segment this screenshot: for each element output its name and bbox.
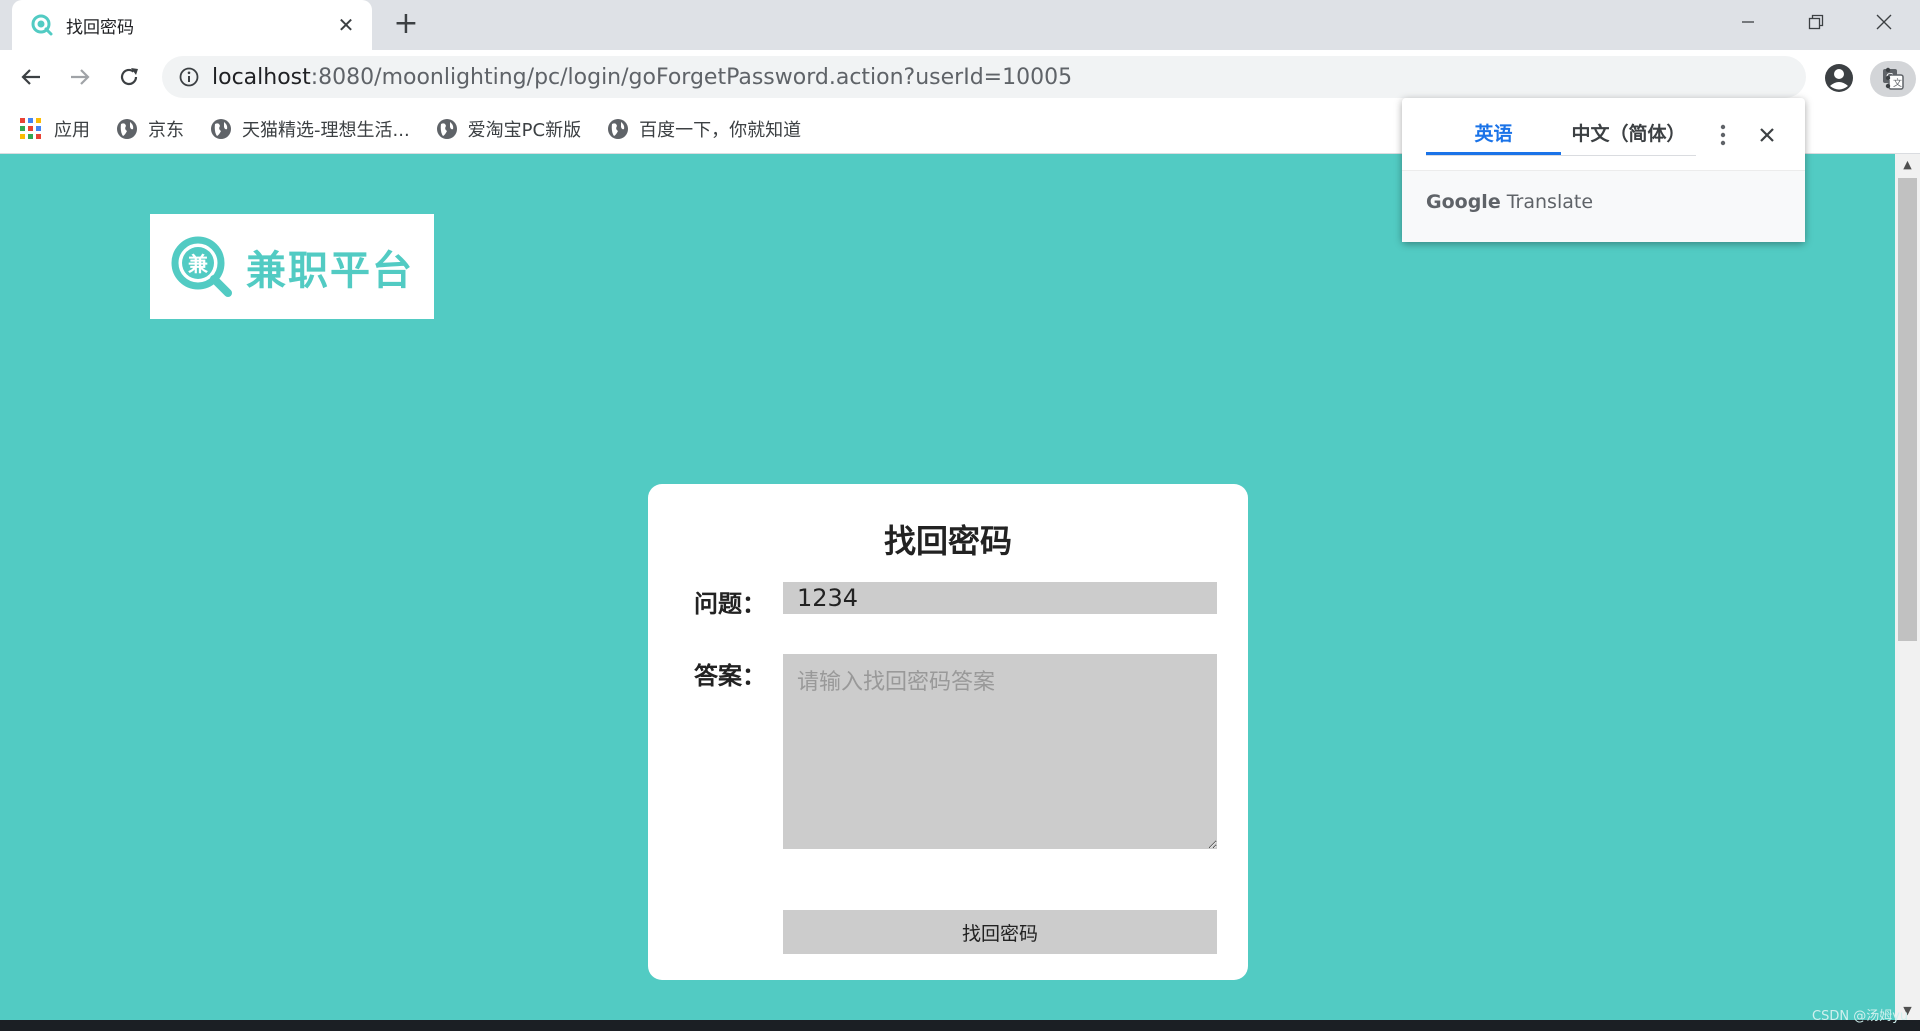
account-circle-icon [1825,64,1853,92]
watermark: CSDN @汤姆yu [1812,1009,1909,1024]
globe-icon [117,118,137,139]
address-bar[interactable]: localhost:8080/moonlighting/pc/login/goF… [162,56,1916,98]
bookmark-tmall[interactable]: 天猫精选-理想生活... [210,116,410,142]
bookmark-label: 应用 [54,119,90,141]
forward-button[interactable] [61,58,99,96]
reload-icon [120,68,138,86]
scroll-up-arrow-icon[interactable]: ▲ [1895,154,1920,174]
browser-menu-button[interactable] [1874,61,1902,95]
window-restore-button[interactable] [1782,0,1850,44]
question-field[interactable] [783,582,1217,614]
bookmark-jd[interactable]: 京东 [116,116,184,142]
os-taskbar-strip [0,1020,1920,1031]
question-label: 问题： [694,590,766,618]
back-button[interactable] [12,58,50,96]
translate-options-button[interactable] [1710,120,1736,150]
tab-target-language[interactable]: 中文（简体） [1561,114,1696,155]
answer-field[interactable] [783,654,1217,849]
more-vert-icon [1720,124,1726,146]
browser-tab-active[interactable]: 找回密码 ✕ [12,0,372,50]
apps-icon [20,117,42,140]
browser-toolbar: localhost:8080/moonlighting/pc/login/goF… [0,50,1920,104]
site-name: 兼职平台 [246,247,414,294]
close-icon [1760,128,1774,142]
bookmark-apps[interactable]: 应用 [20,116,90,142]
magnifier-logo-icon: 兼 [171,236,232,297]
bookmark-label: 京东 [148,119,184,141]
info-icon[interactable] [178,66,200,88]
translate-close-button[interactable] [1752,120,1782,150]
bookmark-label: 百度一下，你就知道 [639,119,802,141]
bookmark-label: 天猫精选-理想生活... [242,119,410,141]
tab-close-icon[interactable]: ✕ [334,13,358,37]
scroll-thumb[interactable] [1898,178,1917,641]
google-translate-brand: Google Translate [1426,191,1593,213]
globe-icon [436,118,457,139]
brand-google: Google [1426,191,1501,213]
minimize-icon [1742,21,1754,23]
site-logo[interactable]: 兼 兼职平台 [150,214,434,319]
reload-button[interactable] [110,58,148,96]
site-favicon-icon [31,14,53,36]
new-tab-button[interactable]: + [390,8,422,42]
globe-icon [608,118,629,139]
bookmark-baidu[interactable]: 百度一下，你就知道 [607,116,801,142]
page-content: 兼 兼职平台 找回密码 问题： 答案： 找回密码 [0,154,1895,1020]
profile-button[interactable] [1822,61,1856,95]
tab-strip: 找回密码 ✕ + [0,0,1920,50]
answer-label: 答案： [694,662,766,690]
page-scrollbar[interactable]: ▲ ▼ [1895,154,1920,1020]
more-vert-icon [1885,67,1891,89]
window-minimize-button[interactable] [1714,0,1782,44]
form-title: 找回密码 [883,522,1012,560]
tab-source-language[interactable]: 英语 [1426,114,1561,155]
arrow-left-icon [21,69,40,85]
brand-translate: Translate [1500,191,1594,213]
tab-title: 找回密码 [66,17,134,38]
arrow-right-icon [71,69,90,85]
url-rest: :8080/moonlighting/pc/login/goForgetPass… [310,64,1073,90]
restore-icon [1808,14,1824,30]
url-host: localhost [212,64,311,90]
close-icon [1876,14,1892,30]
globe-icon [211,118,231,139]
url-text[interactable]: localhost:8080/moonlighting/pc/login/goF… [212,65,1072,90]
translate-popup: 英语 中文（简体） Google Translate [1402,98,1805,242]
forgot-password-card: 找回密码 问题： 答案： 找回密码 [648,484,1248,980]
logo-badge-text: 兼 [188,252,209,276]
find-password-button[interactable]: 找回密码 [783,910,1217,954]
bookmark-aitaobao[interactable]: 爱淘宝PC新版 [436,116,581,142]
translate-language-tabs: 英语 中文（简体） [1426,114,1696,156]
window-close-button[interactable] [1850,0,1918,44]
bookmark-label: 爱淘宝PC新版 [467,119,582,141]
translate-footer: Google Translate [1402,170,1805,242]
